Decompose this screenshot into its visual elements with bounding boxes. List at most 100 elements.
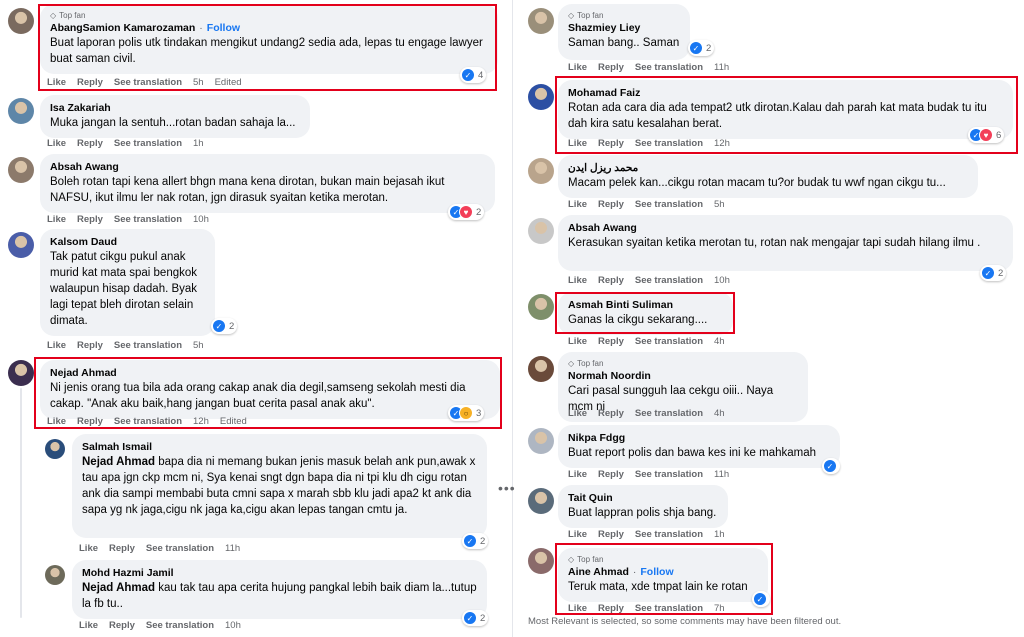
commenter-name[interactable]: Isa Zakariah bbox=[50, 101, 300, 115]
avatar[interactable] bbox=[528, 8, 554, 34]
commenter-name[interactable]: Nikpa Fdgg bbox=[568, 431, 830, 445]
mention-link[interactable]: Nejad Ahmad bbox=[82, 456, 155, 468]
reply-button[interactable]: Reply bbox=[598, 199, 624, 210]
reply-button[interactable]: Reply bbox=[109, 543, 135, 554]
avatar[interactable] bbox=[8, 98, 34, 124]
timestamp[interactable]: 10h bbox=[714, 275, 730, 286]
see-translation-link[interactable]: See translation bbox=[114, 138, 182, 149]
reaction-summary[interactable]: ✓ 2 bbox=[462, 533, 489, 549]
see-translation-link[interactable]: See translation bbox=[635, 603, 703, 614]
timestamp[interactable]: 5h bbox=[193, 340, 204, 351]
reaction-summary[interactable]: ✓ 2 bbox=[462, 610, 489, 626]
see-translation-link[interactable]: See translation bbox=[114, 340, 182, 351]
commenter-name-text[interactable]: AbangSamion Kamarozaman bbox=[50, 22, 195, 34]
see-translation-link[interactable]: See translation bbox=[114, 416, 182, 427]
commenter-name[interactable]: Salmah Ismail bbox=[82, 440, 477, 454]
timestamp[interactable]: 11h bbox=[714, 62, 729, 73]
commenter-name[interactable]: محمد ريزل ايدن bbox=[568, 161, 968, 175]
avatar[interactable] bbox=[528, 218, 554, 244]
avatar[interactable] bbox=[528, 158, 554, 184]
avatar[interactable] bbox=[528, 548, 554, 574]
timestamp[interactable]: 4h bbox=[714, 336, 725, 347]
avatar[interactable] bbox=[8, 232, 34, 258]
like-button[interactable]: Like bbox=[568, 336, 587, 347]
avatar[interactable] bbox=[528, 356, 554, 382]
like-button[interactable]: Like bbox=[47, 77, 66, 88]
reply-button[interactable]: Reply bbox=[598, 62, 624, 73]
reaction-summary[interactable]: ✓ 4 bbox=[460, 67, 487, 83]
reply-button[interactable]: Reply bbox=[598, 529, 624, 540]
more-options-icon[interactable]: ••• bbox=[498, 480, 516, 496]
reply-button[interactable]: Reply bbox=[598, 336, 624, 347]
see-translation-link[interactable]: See translation bbox=[114, 214, 182, 225]
avatar[interactable] bbox=[8, 8, 34, 34]
commenter-name-text[interactable]: Mohd Hazmi Jamil bbox=[82, 567, 174, 579]
reply-button[interactable]: Reply bbox=[77, 340, 103, 351]
commenter-name[interactable]: Absah Awang bbox=[50, 160, 485, 174]
see-translation-link[interactable]: See translation bbox=[635, 138, 703, 149]
like-button[interactable]: Like bbox=[47, 214, 66, 225]
timestamp[interactable]: 1h bbox=[714, 529, 725, 540]
commenter-name-text[interactable]: Aine Ahmad bbox=[568, 566, 629, 578]
follow-button[interactable]: Follow bbox=[640, 566, 673, 578]
reply-button[interactable]: Reply bbox=[598, 603, 624, 614]
reaction-summary[interactable]: ✓ ♥ 2 bbox=[448, 204, 485, 220]
like-button[interactable]: Like bbox=[47, 138, 66, 149]
commenter-name[interactable]: Nejad Ahmad bbox=[50, 366, 490, 380]
reply-button[interactable]: Reply bbox=[598, 408, 624, 419]
commenter-name[interactable]: Mohamad Faiz bbox=[568, 86, 1003, 100]
see-translation-link[interactable]: See translation bbox=[635, 275, 703, 286]
see-translation-link[interactable]: See translation bbox=[146, 620, 214, 631]
see-translation-link[interactable]: See translation bbox=[635, 62, 703, 73]
like-button[interactable]: Like bbox=[79, 620, 98, 631]
avatar[interactable] bbox=[8, 360, 34, 386]
see-translation-link[interactable]: See translation bbox=[635, 529, 703, 540]
see-translation-link[interactable]: See translation bbox=[635, 408, 703, 419]
avatar[interactable] bbox=[8, 157, 34, 183]
like-button[interactable]: Like bbox=[568, 138, 587, 149]
reaction-summary[interactable]: ✓ bbox=[752, 591, 770, 607]
like-button[interactable]: Like bbox=[568, 275, 587, 286]
avatar[interactable] bbox=[45, 565, 65, 585]
avatar[interactable] bbox=[528, 428, 554, 454]
like-button[interactable]: Like bbox=[568, 603, 587, 614]
avatar[interactable] bbox=[528, 84, 554, 110]
timestamp[interactable]: 11h bbox=[714, 469, 729, 480]
reply-button[interactable]: Reply bbox=[109, 620, 135, 631]
reply-button[interactable]: Reply bbox=[598, 469, 624, 480]
reaction-summary[interactable]: ✓ 2 bbox=[688, 40, 715, 56]
commenter-name-text[interactable]: Normah Noordin bbox=[568, 370, 651, 382]
like-button[interactable]: Like bbox=[568, 199, 587, 210]
edited-label[interactable]: Edited bbox=[220, 416, 247, 427]
timestamp[interactable]: 10h bbox=[193, 214, 209, 225]
like-button[interactable]: Like bbox=[568, 62, 587, 73]
reaction-summary[interactable]: ✓ ♥ 6 bbox=[968, 127, 1005, 143]
commenter-name-text[interactable]: Asmah Binti Suliman bbox=[568, 299, 673, 311]
edited-label[interactable]: Edited bbox=[215, 77, 242, 88]
commenter-name[interactable]: Asmah Binti Suliman bbox=[568, 298, 723, 312]
like-button[interactable]: Like bbox=[47, 416, 66, 427]
reply-button[interactable]: Reply bbox=[77, 416, 103, 427]
timestamp[interactable]: 7h bbox=[714, 603, 725, 614]
commenter-name-text[interactable]: محمد ريزل ايدن bbox=[568, 162, 638, 174]
like-button[interactable]: Like bbox=[568, 408, 587, 419]
commenter-name[interactable]: Mohd Hazmi Jamil bbox=[82, 566, 477, 580]
timestamp[interactable]: 11h bbox=[225, 543, 240, 554]
see-translation-link[interactable]: See translation bbox=[635, 336, 703, 347]
see-translation-link[interactable]: See translation bbox=[114, 77, 182, 88]
commenter-name[interactable]: Tait Quin bbox=[568, 491, 718, 505]
commenter-name[interactable]: Normah Noordin bbox=[568, 369, 798, 383]
reaction-summary[interactable]: ✓ 2 bbox=[211, 318, 238, 334]
timestamp[interactable]: 1h bbox=[193, 138, 204, 149]
reaction-summary[interactable]: ✓ 2 bbox=[980, 265, 1007, 281]
commenter-name-text[interactable]: Absah Awang bbox=[50, 161, 119, 173]
reply-button[interactable]: Reply bbox=[77, 77, 103, 88]
see-translation-link[interactable]: See translation bbox=[635, 469, 703, 480]
commenter-name-text[interactable]: Nejad Ahmad bbox=[50, 367, 117, 379]
commenter-name[interactable]: Kalsom Daud bbox=[50, 235, 205, 249]
see-translation-link[interactable]: See translation bbox=[146, 543, 214, 554]
follow-button[interactable]: Follow bbox=[207, 22, 240, 34]
reaction-summary[interactable]: ✓ ○ 3 bbox=[448, 405, 485, 421]
like-button[interactable]: Like bbox=[568, 529, 587, 540]
reply-button[interactable]: Reply bbox=[77, 214, 103, 225]
